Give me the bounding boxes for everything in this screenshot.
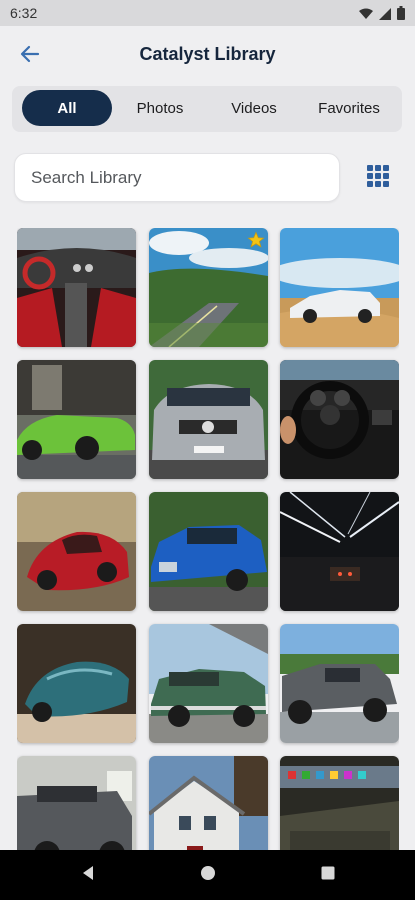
gallery-item-night-road[interactable] <box>280 492 399 611</box>
square-recents-icon <box>320 865 336 886</box>
gallery-item-white-house[interactable] <box>149 756 268 850</box>
gallery-item-teal-concept[interactable] <box>17 624 136 743</box>
tab-videos[interactable]: Videos <box>210 90 298 126</box>
tab-photos[interactable]: Photos <box>116 90 204 126</box>
status-time: 6:32 <box>10 5 38 21</box>
circle-home-icon <box>200 865 216 886</box>
app-bar: Catalyst Library <box>0 26 415 86</box>
gallery-item-silver-car-front[interactable] <box>149 360 268 479</box>
gallery-item-mountain-road[interactable] <box>149 228 268 347</box>
page-title: Catalyst Library <box>139 44 276 64</box>
tab-strip: All Photos Videos Favorites <box>12 86 402 132</box>
battery-icon <box>397 6 405 25</box>
grid-view-button[interactable] <box>360 160 396 196</box>
search-input[interactable]: Search Library <box>14 153 340 202</box>
gallery-item-red-interior[interactable] <box>17 228 136 347</box>
grid-icon <box>366 164 390 193</box>
gallery-item-red-coupe[interactable] <box>17 492 136 611</box>
gallery-item-gray-pickup[interactable] <box>280 624 399 743</box>
nav-back-button[interactable] <box>78 865 98 885</box>
gallery-item-vintage-car[interactable] <box>149 624 268 743</box>
gallery-item-dashboard-screen[interactable] <box>280 756 399 850</box>
gallery-item-white-sedan[interactable] <box>280 228 399 347</box>
search-placeholder: Search Library <box>31 168 142 187</box>
triangle-back-icon <box>80 865 96 886</box>
media-gallery <box>17 228 399 850</box>
gallery-item-green-sports-car[interactable] <box>17 360 136 479</box>
wifi-icon <box>359 7 373 25</box>
gallery-item-steering-wheel[interactable] <box>280 360 399 479</box>
star-icon[interactable] <box>247 231 265 249</box>
tab-favorites[interactable]: Favorites <box>304 90 394 126</box>
gallery-item-gray-jeep[interactable] <box>17 756 136 850</box>
nav-recents-button[interactable] <box>318 865 338 885</box>
system-nav-bar <box>0 850 415 900</box>
gallery-item-blue-sedan[interactable] <box>149 492 268 611</box>
nav-home-button[interactable] <box>198 865 218 885</box>
signal-icon <box>379 7 391 25</box>
status-icons <box>359 6 405 25</box>
tab-all[interactable]: All <box>22 90 112 126</box>
status-bar: 6:32 <box>0 0 415 26</box>
